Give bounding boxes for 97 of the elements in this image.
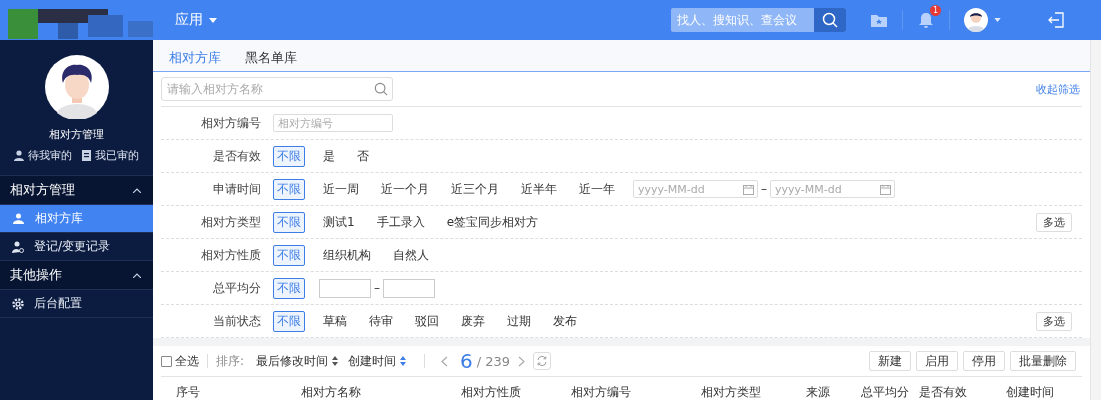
filter-option[interactable]: 草稿 bbox=[319, 310, 351, 332]
star-folder-icon[interactable] bbox=[870, 12, 888, 28]
notification-badge: 1 bbox=[930, 5, 941, 16]
column-header[interactable]: 创建时间 bbox=[1006, 384, 1082, 400]
action-button[interactable]: 停用 bbox=[963, 351, 1005, 371]
avatar-icon bbox=[44, 55, 109, 119]
filter-option[interactable]: 不限 bbox=[273, 178, 305, 200]
filter-option[interactable]: 待审 bbox=[365, 310, 397, 332]
filter-label: 总平均分 bbox=[212, 279, 261, 297]
filter-option[interactable]: 手工录入 bbox=[372, 211, 429, 233]
sort-option[interactable]: 最后修改时间 bbox=[256, 352, 339, 370]
filter-input[interactable]: 相对方编号 bbox=[273, 114, 393, 132]
filter-option[interactable]: 是 bbox=[319, 145, 339, 167]
logout-icon[interactable] bbox=[1047, 11, 1065, 29]
sidebar-title: 相对方管理 bbox=[49, 127, 104, 142]
document-icon bbox=[82, 150, 91, 161]
filter-option[interactable]: 否 bbox=[353, 145, 373, 167]
action-button[interactable]: 批量删除 bbox=[1010, 351, 1076, 371]
sidebar-link[interactable]: 我已审的 bbox=[82, 148, 139, 163]
avatar-icon[interactable] bbox=[964, 8, 988, 32]
sort-label: 排序: bbox=[216, 352, 245, 370]
filter-option[interactable]: 近一个月 bbox=[377, 178, 433, 200]
filter-option[interactable]: 不限 bbox=[273, 145, 305, 167]
filter-option[interactable]: 自然人 bbox=[389, 244, 433, 266]
calendar-icon bbox=[743, 183, 754, 195]
sidebar-group-header[interactable]: 相对方管理 bbox=[0, 176, 153, 205]
column-header[interactable]: 相对方类型 bbox=[701, 384, 806, 400]
range-separator: – bbox=[374, 281, 380, 295]
search-icon bbox=[822, 12, 838, 28]
filter-option[interactable]: 不限 bbox=[273, 310, 305, 332]
filter-option[interactable]: 测试1 bbox=[319, 211, 359, 233]
next-page-icon[interactable] bbox=[518, 355, 526, 367]
multi-select-button[interactable]: 多选 bbox=[1036, 212, 1072, 232]
filter-label: 相对方性质 bbox=[200, 246, 261, 264]
date-input[interactable]: yyyy-MM-dd bbox=[771, 182, 880, 196]
bell-icon[interactable] bbox=[917, 11, 935, 29]
filter-label: 申请时间 bbox=[212, 180, 261, 198]
column-header[interactable]: 来源 bbox=[806, 384, 861, 400]
date-field[interactable]: yyyy-MM-dd bbox=[770, 180, 895, 198]
filter-option[interactable]: 废弃 bbox=[457, 310, 489, 332]
current-page: 6 bbox=[460, 349, 473, 373]
scrollbar[interactable] bbox=[1090, 40, 1101, 400]
page-total: / 239 bbox=[476, 353, 511, 369]
sidebar-item[interactable]: 相对方库 bbox=[0, 205, 153, 233]
filter-label: 是否有效 bbox=[212, 147, 261, 165]
refresh-icon bbox=[536, 355, 549, 367]
column-header[interactable]: 是否有效 bbox=[919, 384, 1006, 400]
sort-option[interactable]: 创建时间 bbox=[348, 352, 407, 370]
logo-icon bbox=[8, 9, 153, 39]
filter-label: 相对方编号 bbox=[200, 114, 261, 132]
filter-option[interactable]: e签宝同步相对方 bbox=[442, 211, 543, 233]
date-input[interactable]: yyyy-MM-dd bbox=[634, 182, 743, 196]
search-input[interactable]: 找人、搜知识、查会议 bbox=[671, 8, 814, 32]
tab[interactable]: 黑名单库 bbox=[245, 49, 297, 71]
action-button[interactable]: 启用 bbox=[916, 351, 958, 371]
filter-option[interactable]: 不限 bbox=[273, 211, 305, 233]
score-min-field[interactable] bbox=[319, 278, 371, 298]
column-header[interactable]: 相对方编号 bbox=[571, 384, 701, 400]
search-button[interactable] bbox=[814, 8, 846, 32]
filter-option[interactable]: 近三个月 bbox=[447, 178, 503, 200]
caret-icon[interactable] bbox=[994, 18, 1001, 22]
column-header[interactable]: 总平均分 bbox=[861, 384, 919, 400]
calendar-icon bbox=[880, 183, 891, 195]
gear-icon bbox=[12, 297, 24, 310]
sidebar-link[interactable]: 待我审的 bbox=[14, 148, 72, 163]
collapse-filter-link[interactable]: 收起筛选 bbox=[1036, 81, 1080, 97]
column-header[interactable]: 相对方性质 bbox=[461, 384, 571, 400]
filter-option[interactable]: 不限 bbox=[273, 277, 305, 299]
filter-option[interactable]: 不限 bbox=[273, 244, 305, 266]
refresh-button[interactable] bbox=[533, 352, 552, 370]
filter-option[interactable]: 组织机构 bbox=[319, 244, 375, 266]
multi-select-button[interactable]: 多选 bbox=[1036, 311, 1072, 331]
column-header[interactable]: 相对方名称 bbox=[301, 384, 461, 400]
filter-option[interactable]: 近一年 bbox=[575, 178, 619, 200]
global-search-field[interactable]: 找人、搜知识、查会议 bbox=[671, 8, 846, 32]
sidebar-group-header[interactable]: 其他操作 bbox=[0, 261, 153, 290]
filter-option[interactable]: 驳回 bbox=[411, 310, 443, 332]
filter-option[interactable]: 过期 bbox=[503, 310, 535, 332]
search-icon bbox=[374, 82, 388, 96]
action-button[interactable]: 新建 bbox=[869, 351, 911, 371]
score-max-field[interactable] bbox=[383, 278, 435, 298]
filter-label: 当前状态 bbox=[212, 312, 261, 330]
date-field[interactable]: yyyy-MM-dd bbox=[633, 180, 758, 198]
previous-page-icon[interactable] bbox=[441, 355, 449, 367]
tab[interactable]: 相对方库 bbox=[169, 49, 221, 71]
app-menu[interactable]: 应用 bbox=[175, 11, 217, 29]
caret-icon bbox=[209, 17, 217, 23]
range-separator: – bbox=[761, 182, 767, 196]
filter-option[interactable]: 近一周 bbox=[319, 178, 363, 200]
person-icon bbox=[14, 150, 24, 161]
filter-label: 相对方类型 bbox=[200, 213, 261, 231]
search-field[interactable]: 请输入相对方名称 bbox=[161, 77, 393, 101]
filter-option[interactable]: 近半年 bbox=[517, 178, 561, 200]
column-header[interactable]: 序号 bbox=[176, 384, 301, 400]
filter-option[interactable]: 发布 bbox=[549, 310, 581, 332]
select-all-checkbox[interactable]: 全选 bbox=[161, 352, 199, 370]
person-icon bbox=[12, 240, 24, 253]
